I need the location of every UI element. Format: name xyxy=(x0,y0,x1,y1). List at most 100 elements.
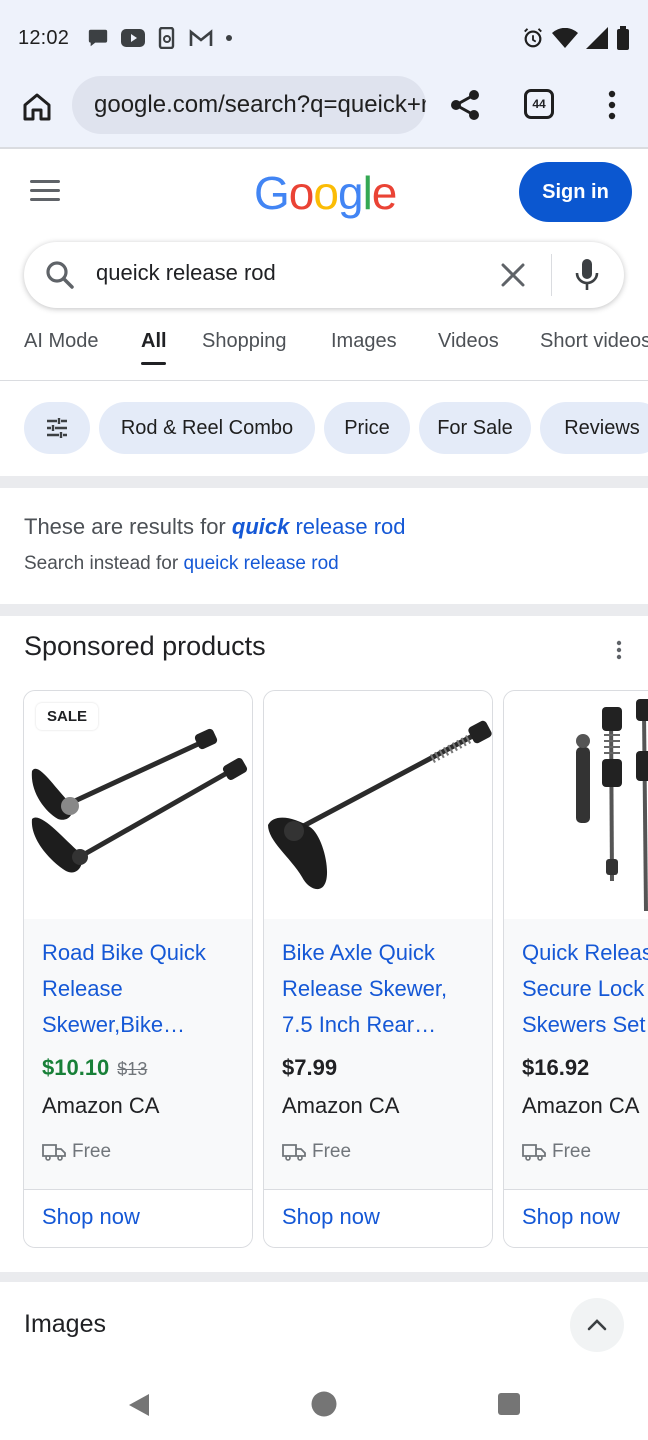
logo-letter: g xyxy=(337,167,364,219)
section-divider xyxy=(0,1272,648,1282)
logo-letter: G xyxy=(254,167,290,219)
tab-images[interactable]: Images xyxy=(331,330,397,353)
address-bar[interactable]: google.com/search?q=queick+release+rod xyxy=(72,76,426,134)
clear-icon[interactable] xyxy=(500,262,526,288)
url-text: google.com/search?q=queick+release+rod xyxy=(94,91,426,118)
tabs-icon[interactable]: 44 xyxy=(524,89,554,119)
search-instead: Search instead for queick release rod xyxy=(24,553,339,575)
original-price: $13 xyxy=(117,1059,148,1079)
seller-name: Amazon CA xyxy=(42,1093,160,1118)
menu-icon[interactable] xyxy=(30,180,60,204)
chip-price[interactable]: Price xyxy=(324,402,410,454)
tab-videos[interactable]: Videos xyxy=(438,330,499,353)
product-title[interactable]: Bike Axle Quick Release Skewer, 7.5 Inch… xyxy=(282,935,482,1043)
shipping-info: Free xyxy=(42,1141,111,1163)
recents-icon[interactable] xyxy=(497,1392,521,1416)
search-input[interactable]: queick release rod xyxy=(96,260,276,286)
google-logo[interactable]: Google xyxy=(254,166,398,220)
search-box[interactable]: queick release rod xyxy=(24,242,624,308)
sign-in-button[interactable]: Sign in xyxy=(519,162,632,222)
shop-now-button[interactable]: Shop now xyxy=(264,1190,492,1247)
system-nav-bar xyxy=(0,1366,648,1440)
seller-name: Amazon CA xyxy=(282,1093,400,1118)
product-carousel: SALE Road Bike Quick Release Skewer,Bike… xyxy=(0,690,648,1250)
shop-now-label: Shop now xyxy=(42,1204,140,1229)
corrected-query-rest[interactable]: release rod xyxy=(289,514,405,539)
battery-icon xyxy=(617,26,629,50)
chip-reviews[interactable]: Reviews xyxy=(540,402,648,454)
sale-badge: SALE xyxy=(36,703,99,730)
filter-settings-chip[interactable] xyxy=(24,402,90,454)
delivery-truck-icon xyxy=(282,1144,306,1161)
shop-now-label: Shop now xyxy=(282,1204,380,1229)
sponsored-title: Sponsored products xyxy=(24,631,266,661)
dot-icon xyxy=(226,35,233,41)
shipping-text: Free xyxy=(552,1141,592,1162)
product-price: $7.99 xyxy=(282,1055,338,1080)
corrected-query-bold[interactable]: quick xyxy=(232,514,289,539)
share-icon[interactable] xyxy=(448,88,482,122)
active-tab-indicator xyxy=(141,362,166,365)
product-card[interactable]: Quick Release Secure Lock Skewers Set $1… xyxy=(503,690,648,1248)
chevron-up-icon xyxy=(587,1319,607,1331)
shop-now-button[interactable]: Shop now xyxy=(504,1190,648,1247)
youtube-icon xyxy=(121,29,146,47)
shipping-info: Free xyxy=(522,1141,591,1163)
bike-axle-skewer-image xyxy=(268,720,492,890)
wifi-icon xyxy=(552,28,578,48)
phone-sync-icon xyxy=(158,27,175,49)
tabs-divider xyxy=(0,380,648,381)
delivery-truck-icon xyxy=(42,1144,66,1161)
delivery-truck-icon xyxy=(522,1144,546,1161)
search-tabs: AI Mode All Shopping Images Videos Short… xyxy=(0,322,648,380)
chip-for-sale[interactable]: For Sale xyxy=(419,402,531,454)
spelling-correction: These are results for quick release rod xyxy=(24,514,406,540)
price-row: $10.10 $13 xyxy=(42,1055,147,1081)
logo-letter: o xyxy=(313,167,339,219)
images-section-title: Images xyxy=(24,1310,106,1338)
shop-now-button[interactable]: Shop now xyxy=(24,1190,252,1247)
product-price: $10.10 xyxy=(42,1055,110,1080)
product-image[interactable] xyxy=(504,691,648,919)
search-instead-prefix: Search instead for xyxy=(24,553,184,574)
signal-icon xyxy=(586,27,608,49)
alarm-icon xyxy=(524,28,542,48)
product-image[interactable] xyxy=(264,691,492,919)
shipping-text: Free xyxy=(72,1141,112,1162)
product-title[interactable]: Quick Release Secure Lock Skewers Set xyxy=(522,935,648,1043)
product-card[interactable]: Bike Axle Quick Release Skewer, 7.5 Inch… xyxy=(263,690,493,1248)
tab-shopping[interactable]: Shopping xyxy=(202,330,287,353)
tab-all[interactable]: All xyxy=(141,330,167,353)
skewer-set-image xyxy=(576,699,648,912)
scroll-up-button[interactable] xyxy=(570,1298,624,1352)
microphone-icon[interactable] xyxy=(574,258,600,292)
section-divider xyxy=(0,476,648,488)
chip-rod-reel-combo[interactable]: Rod & Reel Combo xyxy=(99,402,315,454)
product-image[interactable]: SALE xyxy=(24,691,252,919)
spelling-prefix: These are results for xyxy=(24,514,232,539)
search-divider xyxy=(551,254,552,296)
search-icon[interactable] xyxy=(44,259,76,291)
status-bar: 12:02 xyxy=(0,0,648,76)
more-vert-icon[interactable] xyxy=(600,88,624,122)
tune-icon xyxy=(47,418,67,438)
product-card[interactable]: SALE Road Bike Quick Release Skewer,Bike… xyxy=(23,690,253,1248)
product-title[interactable]: Road Bike Quick Release Skewer,Bike… xyxy=(42,935,242,1043)
system-icons xyxy=(522,26,630,50)
back-icon[interactable] xyxy=(126,1392,152,1418)
logo-letter: e xyxy=(371,167,398,219)
tab-ai-mode[interactable]: AI Mode xyxy=(24,330,98,353)
home-icon[interactable] xyxy=(20,90,54,124)
seller-name: Amazon CA xyxy=(522,1093,640,1118)
status-time: 12:02 xyxy=(18,26,70,49)
browser-toolbar: google.com/search?q=queick+release+rod 4… xyxy=(0,76,648,148)
product-price: $16.92 xyxy=(522,1055,590,1080)
home-nav-icon[interactable] xyxy=(311,1391,337,1417)
tab-short-videos[interactable]: Short videos xyxy=(540,330,648,353)
search-instead-link[interactable]: queick release rod xyxy=(183,553,338,574)
section-divider xyxy=(0,604,648,616)
logo-letter: l xyxy=(362,167,373,219)
more-options-icon[interactable] xyxy=(614,640,624,660)
gmail-icon xyxy=(189,29,213,46)
price-row: $7.99 xyxy=(282,1055,337,1081)
